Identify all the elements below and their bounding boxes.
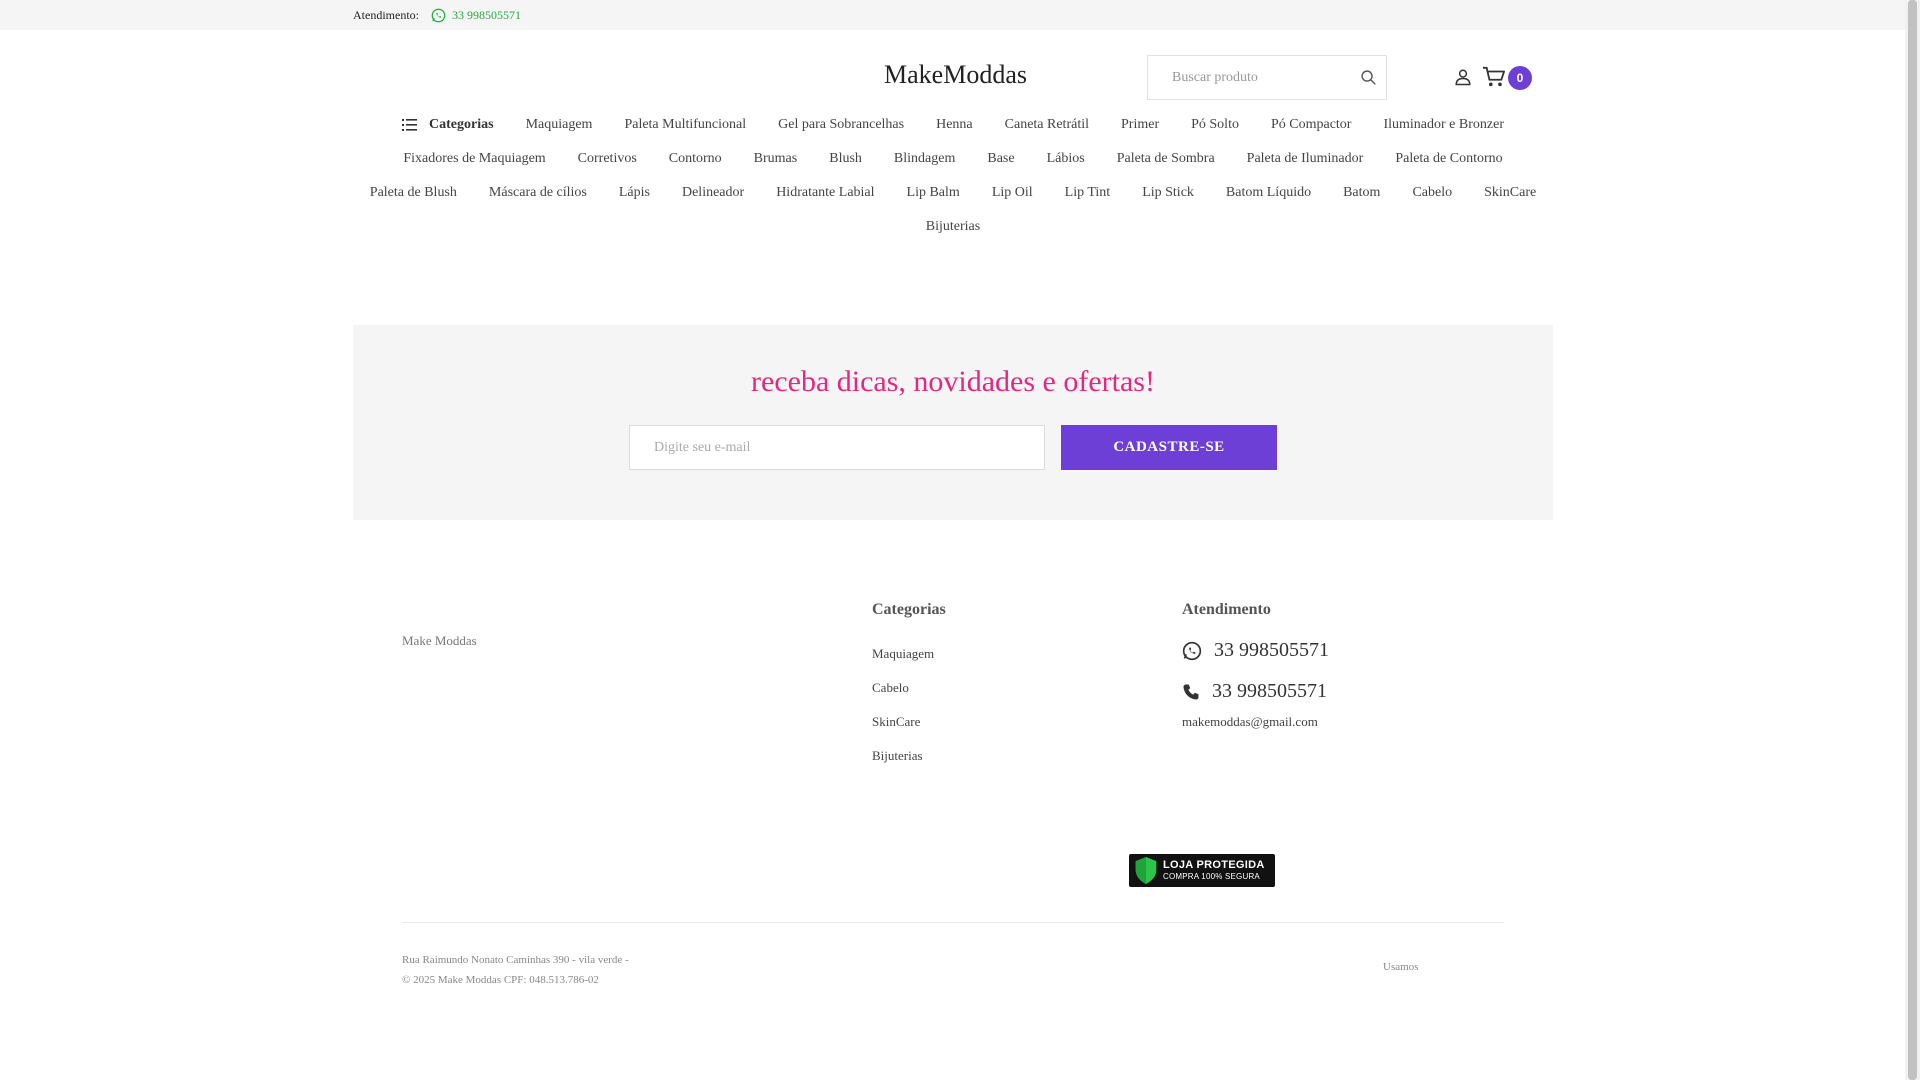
footer-legal: Rua Raimundo Nonato Caminhas 390 - vila … <box>402 950 629 990</box>
nav-item[interactable]: Blindagem <box>894 151 955 167</box>
nav-categories-menu[interactable]: Categorias <box>402 117 494 133</box>
nav-item[interactable]: Brumas <box>754 151 798 167</box>
nav-item[interactable]: SkinCare <box>1484 185 1536 201</box>
nav-item[interactable]: Maquiagem <box>526 117 593 133</box>
footer-categories-list: Maquiagem Cabelo SkinCare Bijuterias <box>872 637 934 773</box>
nav-item[interactable]: Iluminador e Bronzer <box>1383 117 1504 133</box>
nav-item[interactable]: Primer <box>1121 117 1159 133</box>
nav-item[interactable]: Máscara de cílios <box>489 185 587 201</box>
nav-item[interactable]: Lip Balm <box>907 185 960 201</box>
footer-contact-title: Atendimento <box>1182 601 1271 618</box>
nav-item[interactable]: Lip Tint <box>1065 185 1111 201</box>
secure-store-seal: LOJA PROTEGIDA COMPRA 100% SEGURA <box>1129 854 1275 887</box>
main-nav: Categorias Maquiagem Paleta Multifuncional… <box>353 108 1553 244</box>
search-input[interactable] <box>1148 56 1350 99</box>
nav-row: Bijuterias <box>353 210 1553 244</box>
nav-item[interactable]: Lábios <box>1047 151 1085 167</box>
nav-item[interactable]: Gel para Sobrancelhas <box>778 117 904 133</box>
nav-item[interactable]: Paleta de Sombra <box>1117 151 1215 167</box>
nav-item[interactable]: Pó Compactor <box>1271 117 1352 133</box>
footer-email-link[interactable]: makemoddas@gmail.com <box>1182 714 1318 730</box>
nav-item[interactable]: Batom Líquido <box>1226 185 1311 201</box>
site-logo[interactable]: MakeModdas <box>884 60 1027 90</box>
top-bar-label: Atendimento: <box>353 7 419 22</box>
footer-copyright: © 2025 Make Moddas CPF: 048.513.786-02 <box>402 974 599 986</box>
nav-item[interactable]: Corretivos <box>578 151 637 167</box>
nav-categories-label: Categorias <box>429 117 494 132</box>
footer-payment-label: Usamos <box>1383 961 1419 973</box>
footer-whatsapp-number: 33 998505571 <box>1214 639 1329 661</box>
nav-row: Categorias Maquiagem Paleta Multifuncional… <box>353 108 1553 142</box>
footer-category-link[interactable]: Maquiagem <box>872 637 934 671</box>
footer-category-link[interactable]: Bijuterias <box>872 739 934 773</box>
footer-divider <box>402 922 1504 923</box>
nav-item[interactable]: Contorno <box>669 151 722 167</box>
nav-item[interactable]: Fixadores de Maquiagem <box>403 151 545 167</box>
nav-item[interactable]: Cabelo <box>1412 185 1452 201</box>
account-button[interactable] <box>1454 68 1472 91</box>
footer-categories-title: Categorias <box>872 601 946 618</box>
footer-whatsapp-link[interactable]: 33 998505571 <box>1182 639 1329 662</box>
nav-item[interactable]: Base <box>987 151 1014 167</box>
top-bar-phone-number: 33 998505571 <box>452 7 521 22</box>
user-icon <box>1455 69 1471 86</box>
nav-item[interactable]: Batom <box>1343 185 1380 201</box>
seal-subtitle: COMPRA 100% SEGURA <box>1163 872 1260 881</box>
footer-phone-number: 33 998505571 <box>1212 680 1327 702</box>
nav-row: Fixadores de Maquiagem Corretivos Contorno… <box>353 142 1553 176</box>
footer-address: Rua Raimundo Nonato Caminhas 390 - vila … <box>402 954 629 966</box>
scrollbar-thumb[interactable] <box>1908 0 1917 1080</box>
nav-item[interactable]: Lip Stick <box>1142 185 1194 201</box>
page-scrollbar[interactable] <box>1905 0 1920 1080</box>
footer-brand: Make Moddas <box>402 633 477 648</box>
search-button[interactable] <box>1350 56 1386 99</box>
nav-row: Paleta de Blush Máscara de cílios Lápis Del… <box>353 176 1553 210</box>
cart-count-badge[interactable]: 0 <box>1508 66 1532 90</box>
top-bar: Atendimento: 33 998505571 <box>0 0 1905 30</box>
nav-item[interactable]: Henna <box>936 117 973 133</box>
footer-phone-link[interactable]: 33 998505571 <box>1182 680 1327 703</box>
nav-item[interactable]: Pó Solto <box>1191 117 1239 133</box>
shield-icon <box>1135 857 1157 884</box>
nav-item[interactable]: Caneta Retrátil <box>1005 117 1089 133</box>
nav-item[interactable]: Blush <box>829 151 862 167</box>
whatsapp-icon <box>1182 641 1202 660</box>
footer-category-link[interactable]: Cabelo <box>872 671 934 705</box>
nav-item[interactable]: Paleta de Iluminador <box>1247 151 1364 167</box>
nav-item[interactable]: Paleta Multifuncional <box>624 117 746 133</box>
whatsapp-icon <box>431 8 446 22</box>
list-menu-icon <box>402 119 418 131</box>
nav-item[interactable]: Bijuterias <box>926 219 980 235</box>
nav-item[interactable]: Paleta de Blush <box>370 185 457 201</box>
newsletter-email-input[interactable] <box>629 425 1045 470</box>
newsletter-title: receba dicas, novidades e ofertas! <box>751 365 1155 398</box>
newsletter-section: receba dicas, novidades e ofertas! CADAS… <box>353 325 1553 520</box>
nav-item[interactable]: Delineador <box>682 185 744 201</box>
nav-item[interactable]: Lip Oil <box>992 185 1033 201</box>
nav-item[interactable]: Paleta de Contorno <box>1395 151 1502 167</box>
search-box <box>1147 55 1387 100</box>
search-icon <box>1360 70 1376 85</box>
footer-category-link[interactable]: SkinCare <box>872 705 934 739</box>
cart-button[interactable] <box>1482 66 1506 93</box>
cart-icon <box>1483 66 1505 87</box>
newsletter-subscribe-button[interactable]: CADASTRE-SE <box>1061 425 1277 470</box>
nav-item[interactable]: Lápis <box>619 185 650 201</box>
seal-title: LOJA PROTEGIDA <box>1163 859 1265 871</box>
top-bar-phone-link[interactable]: 33 998505571 <box>431 8 521 23</box>
phone-icon <box>1183 684 1199 699</box>
nav-item[interactable]: Hidratante Labial <box>776 185 874 201</box>
